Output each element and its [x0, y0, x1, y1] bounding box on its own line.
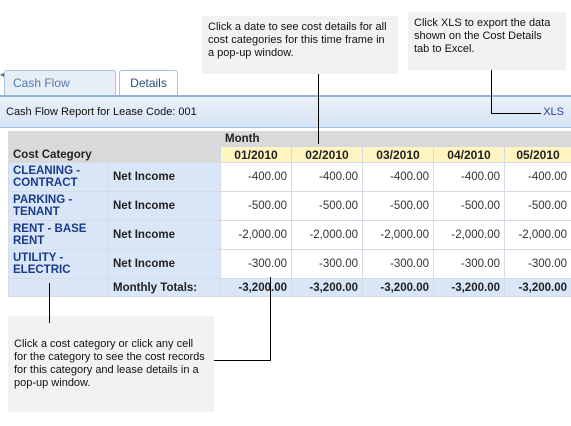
callout-date-help: Click a date to see cost details for all… — [202, 16, 398, 74]
panel-header: Cash Flow Report for Lease Code: 001 XLS — [0, 97, 571, 128]
date-header-04-2010[interactable]: 04/2010 — [433, 146, 505, 163]
value-cell[interactable]: -2,000.00 — [220, 220, 292, 250]
table-row[interactable]: PARKING - TENANT Net Income -500.00 -500… — [8, 191, 571, 221]
value-cell[interactable]: -400.00 — [291, 162, 363, 192]
leader-line-xls — [491, 70, 492, 114]
value-cell[interactable]: -300.00 — [362, 249, 434, 279]
total-cell: -3,200.00 — [503, 278, 571, 297]
total-cell: -3,200.00 — [433, 278, 505, 297]
row-label: Net Income — [108, 162, 221, 192]
leader-line-category — [49, 283, 50, 323]
date-header-02-2010[interactable]: 02/2010 — [291, 146, 363, 163]
cost-category-link[interactable]: PARKING - TENANT — [8, 191, 109, 221]
tab-details[interactable]: Details — [119, 70, 178, 96]
value-cell[interactable]: -2,000.00 — [503, 220, 571, 250]
value-cell[interactable]: -400.00 — [433, 162, 505, 192]
header-blank — [8, 131, 109, 147]
xls-export-button[interactable]: XLS — [543, 106, 564, 118]
callout-xls-help: Click XLS to export the data shown on th… — [408, 12, 566, 70]
value-cell[interactable]: -500.00 — [433, 191, 505, 221]
cost-category-link[interactable]: UTILITY - ELECTRIC — [8, 249, 109, 279]
leader-line-cell — [270, 277, 271, 361]
panel-title: Cash Flow Report for Lease Code: 001 — [6, 106, 197, 118]
value-cell[interactable]: -2,000.00 — [433, 220, 505, 250]
month-header: Month — [219, 131, 571, 147]
totals-row: Monthly Totals: -3,200.00 -3,200.00 -3,2… — [8, 278, 571, 297]
value-cell[interactable]: -300.00 — [220, 249, 292, 279]
total-cell: -3,200.00 — [220, 278, 292, 297]
table-row[interactable]: RENT - BASE RENT Net Income -2,000.00 -2… — [8, 220, 571, 250]
cost-category-link[interactable]: CLEANING - CONTRACT — [8, 162, 109, 192]
cost-details-grid: Month Cost Category 01/2010 02/2010 03/2… — [8, 131, 571, 297]
row-label: Net Income — [108, 220, 221, 250]
totals-label: Monthly Totals: — [108, 278, 221, 297]
value-cell[interactable]: -300.00 — [433, 249, 505, 279]
table-row[interactable]: UTILITY - ELECTRIC Net Income -300.00 -3… — [8, 249, 571, 279]
leader-line-cell — [214, 360, 271, 361]
table-row[interactable]: CLEANING - CONTRACT Net Income -400.00 -… — [8, 162, 571, 192]
cost-category-link[interactable]: RENT - BASE RENT — [8, 220, 109, 250]
total-cell: -3,200.00 — [362, 278, 434, 297]
value-cell[interactable]: -300.00 — [503, 249, 571, 279]
value-cell[interactable]: -500.00 — [291, 191, 363, 221]
date-header-01-2010[interactable]: 01/2010 — [220, 146, 292, 163]
row-label: Net Income — [108, 249, 221, 279]
callout-category-help: Click a cost category or click any cell … — [8, 316, 214, 412]
value-cell[interactable]: -300.00 — [291, 249, 363, 279]
row-label: Net Income — [108, 191, 221, 221]
value-cell[interactable]: -400.00 — [503, 162, 571, 192]
value-cell[interactable]: -2,000.00 — [291, 220, 363, 250]
tab-cash-flow-report[interactable]: Cash Flow Report — [4, 70, 116, 115]
leader-line-date — [318, 74, 319, 144]
value-cell[interactable]: -400.00 — [362, 162, 434, 192]
tab-strip: ◀ Cash Flow Report Details — [0, 70, 571, 115]
date-header-05-2010[interactable]: 05/2010 — [503, 146, 571, 163]
total-cell: -3,200.00 — [291, 278, 363, 297]
value-cell[interactable]: -400.00 — [220, 162, 292, 192]
leader-line-xls — [491, 113, 541, 114]
value-cell[interactable]: -500.00 — [503, 191, 571, 221]
value-cell[interactable]: -500.00 — [220, 191, 292, 221]
date-header-03-2010[interactable]: 03/2010 — [362, 146, 434, 163]
value-cell[interactable]: -2,000.00 — [362, 220, 434, 250]
value-cell[interactable]: -500.00 — [362, 191, 434, 221]
totals-blank — [8, 278, 109, 297]
cost-category-header: Cost Category — [8, 146, 221, 163]
header-blank — [108, 131, 221, 147]
